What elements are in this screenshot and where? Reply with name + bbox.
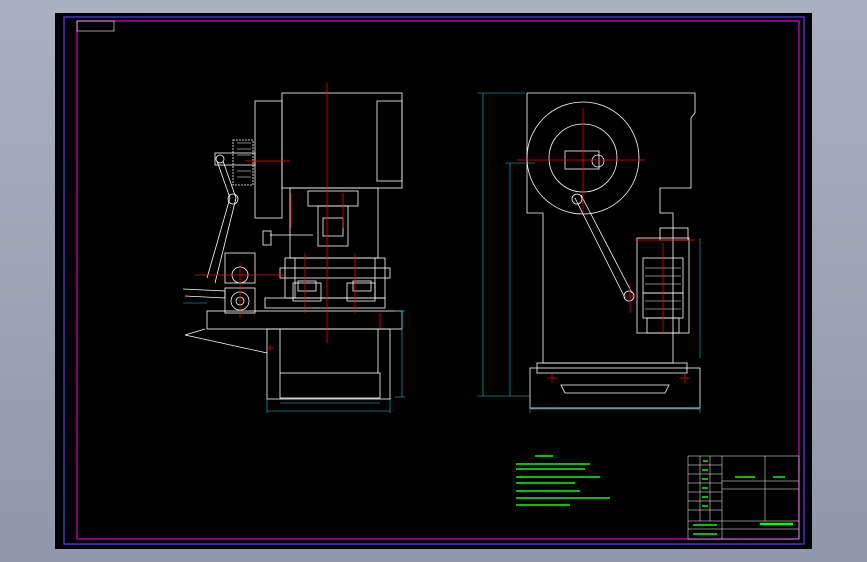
side-view bbox=[182, 92, 403, 400]
title-block-text-marks bbox=[693, 460, 793, 535]
front-view-centerlines bbox=[517, 108, 695, 383]
front-view-dimensions bbox=[477, 92, 701, 413]
cad-viewport[interactable] bbox=[55, 13, 812, 549]
front-view bbox=[526, 92, 701, 409]
side-view-dimensions bbox=[183, 302, 405, 413]
drawing-canvas bbox=[63, 16, 805, 545]
technical-requirements bbox=[516, 455, 610, 506]
side-view-hatch bbox=[237, 142, 251, 178]
